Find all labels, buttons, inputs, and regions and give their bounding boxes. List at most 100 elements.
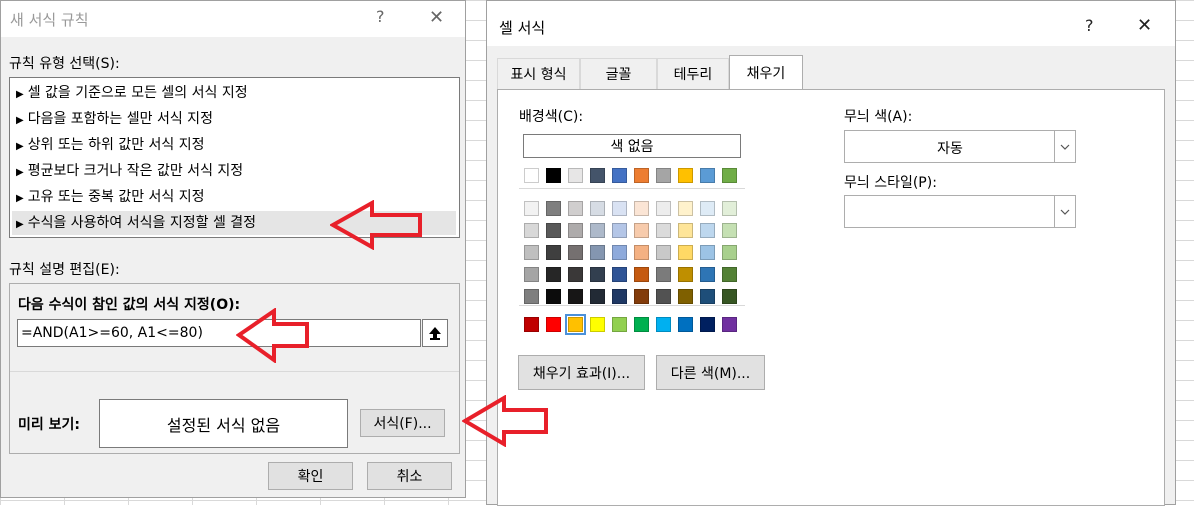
color-swatch[interactable] xyxy=(590,168,605,183)
color-swatch[interactable] xyxy=(700,289,715,304)
color-swatch[interactable] xyxy=(612,245,627,260)
color-swatch[interactable] xyxy=(568,245,583,260)
color-swatch[interactable] xyxy=(722,201,737,216)
color-swatch[interactable] xyxy=(678,245,693,260)
color-swatch[interactable] xyxy=(678,201,693,216)
color-swatch[interactable] xyxy=(678,267,693,282)
color-swatch[interactable] xyxy=(656,168,671,183)
standard-color-swatch[interactable] xyxy=(612,317,627,332)
color-swatch[interactable] xyxy=(590,289,605,304)
standard-color-swatch[interactable] xyxy=(700,317,715,332)
color-swatch[interactable] xyxy=(656,245,671,260)
fill-effects-button[interactable]: 채우기 효과(I)... xyxy=(518,355,645,390)
color-swatch[interactable] xyxy=(590,267,605,282)
pattern-style-dropdown[interactable] xyxy=(844,195,1076,228)
color-swatch[interactable] xyxy=(656,267,671,282)
color-swatch[interactable] xyxy=(546,201,561,216)
color-swatch[interactable] xyxy=(612,223,627,238)
triangle-right-icon: ▶ xyxy=(16,193,24,204)
color-swatch[interactable] xyxy=(546,289,561,304)
tab-fill[interactable]: 채우기 xyxy=(729,55,803,90)
formula-input[interactable]: =AND(A1>=60, A1<=80) xyxy=(17,319,421,347)
color-swatch[interactable] xyxy=(524,289,539,304)
color-swatch[interactable] xyxy=(524,201,539,216)
color-swatch[interactable] xyxy=(634,245,649,260)
color-swatch[interactable] xyxy=(568,267,583,282)
chevron-down-icon xyxy=(1054,131,1075,162)
color-swatch[interactable] xyxy=(678,223,693,238)
divider xyxy=(519,305,745,306)
close-icon[interactable]: ✕ xyxy=(1137,15,1152,36)
color-swatch[interactable] xyxy=(590,201,605,216)
cell-dialog-titlebar: 셀 서식 ? ✕ xyxy=(487,1,1175,46)
standard-color-swatch[interactable] xyxy=(546,317,561,332)
color-swatch[interactable] xyxy=(524,245,539,260)
color-swatch[interactable] xyxy=(612,168,627,183)
color-swatch[interactable] xyxy=(678,168,693,183)
format-button[interactable]: 서식(F)... xyxy=(360,409,445,437)
color-swatch[interactable] xyxy=(634,201,649,216)
color-swatch[interactable] xyxy=(700,223,715,238)
color-swatch[interactable] xyxy=(722,168,737,183)
color-swatch[interactable] xyxy=(722,289,737,304)
rule-type-label: 상위 또는 하위 값만 서식 지정 xyxy=(27,137,205,153)
close-icon[interactable]: ✕ xyxy=(429,7,444,28)
tab-border[interactable]: 테두리 xyxy=(657,58,729,89)
more-colors-button[interactable]: 다른 색(M)... xyxy=(656,355,765,390)
color-swatch[interactable] xyxy=(546,245,561,260)
divider xyxy=(10,371,459,372)
color-swatch[interactable] xyxy=(568,201,583,216)
tab-font[interactable]: 글꼴 xyxy=(580,58,657,89)
color-swatch[interactable] xyxy=(612,201,627,216)
cancel-button[interactable]: 취소 xyxy=(367,462,452,490)
color-swatch[interactable] xyxy=(678,289,693,304)
color-swatch[interactable] xyxy=(700,168,715,183)
color-swatch[interactable] xyxy=(634,267,649,282)
collapse-dialog-button[interactable] xyxy=(422,319,448,347)
color-swatch[interactable] xyxy=(546,168,561,183)
color-swatch[interactable] xyxy=(546,223,561,238)
help-icon[interactable]: ? xyxy=(1085,16,1094,35)
color-swatch[interactable] xyxy=(656,223,671,238)
color-swatch[interactable] xyxy=(612,289,627,304)
rule-type-item[interactable]: ▶ 평균보다 크거나 작은 값만 서식 지정 xyxy=(16,159,452,183)
divider xyxy=(519,188,745,189)
rule-type-item[interactable]: ▶ 상위 또는 하위 값만 서식 지정 xyxy=(16,133,452,157)
standard-color-swatch[interactable] xyxy=(524,317,539,332)
color-swatch[interactable] xyxy=(634,168,649,183)
color-swatch[interactable] xyxy=(634,223,649,238)
color-swatch[interactable] xyxy=(656,289,671,304)
color-swatch[interactable] xyxy=(700,245,715,260)
color-swatch[interactable] xyxy=(524,267,539,282)
rule-type-item[interactable]: ▶ 다음을 포함하는 셀만 서식 지정 xyxy=(16,107,452,131)
standard-color-swatch[interactable] xyxy=(634,317,649,332)
rule-type-item[interactable]: ▶ 셀 값을 기준으로 모든 셀의 서식 지정 xyxy=(16,81,452,105)
color-swatch[interactable] xyxy=(568,168,583,183)
color-swatch[interactable] xyxy=(524,223,539,238)
color-swatch[interactable] xyxy=(700,267,715,282)
standard-color-swatch[interactable] xyxy=(722,317,737,332)
color-swatch[interactable] xyxy=(590,223,605,238)
standard-color-swatch[interactable] xyxy=(565,314,586,335)
no-color-button[interactable]: 색 없음 xyxy=(523,134,741,158)
color-swatch[interactable] xyxy=(524,168,539,183)
standard-color-swatch[interactable] xyxy=(656,317,671,332)
color-swatch[interactable] xyxy=(568,223,583,238)
color-swatch[interactable] xyxy=(590,245,605,260)
help-icon[interactable]: ? xyxy=(376,7,385,26)
tab-number[interactable]: 표시 형식 xyxy=(497,58,580,89)
color-swatch[interactable] xyxy=(568,289,583,304)
format-cells-dialog: 셀 서식 ? ✕ 표시 형식 글꼴 테두리 채우기 배경색(C): 색 없음 채… xyxy=(486,0,1176,506)
standard-color-swatch[interactable] xyxy=(590,317,605,332)
color-swatch[interactable] xyxy=(700,201,715,216)
color-swatch[interactable] xyxy=(612,267,627,282)
pattern-color-dropdown[interactable]: 자동 xyxy=(844,130,1076,163)
color-swatch[interactable] xyxy=(722,267,737,282)
standard-color-swatch[interactable] xyxy=(678,317,693,332)
color-swatch[interactable] xyxy=(546,267,561,282)
ok-button[interactable]: 확인 xyxy=(268,462,353,490)
color-swatch[interactable] xyxy=(722,223,737,238)
color-swatch[interactable] xyxy=(722,245,737,260)
color-swatch[interactable] xyxy=(656,201,671,216)
color-swatch[interactable] xyxy=(634,289,649,304)
